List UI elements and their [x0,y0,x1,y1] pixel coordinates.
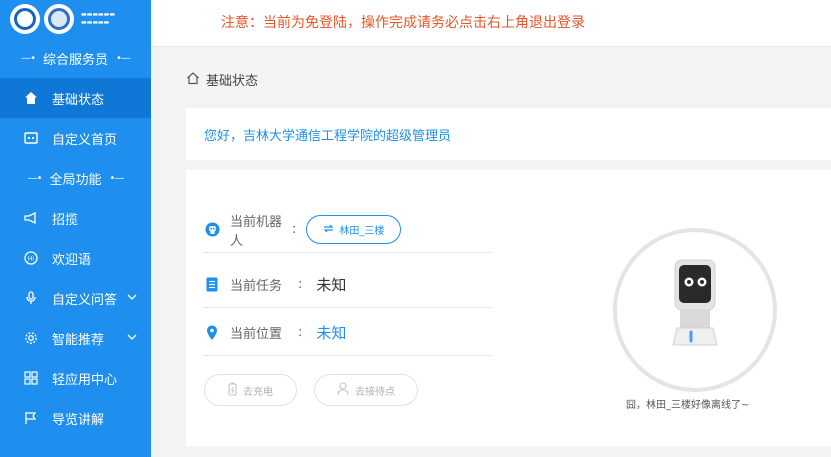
current-task-row: 当前任务 : 未知 [204,262,491,308]
go-charge-button[interactable]: 去充电 [204,374,297,406]
sidebar: ▬▬▬▬▬▬ ▬▬▬▬▬ —• 综合服务员 •— 基础状态 自定义首页 —• 全局… [0,0,151,457]
current-location-label: 当前位置 [230,327,283,342]
svg-text:Hi: Hi [28,256,35,263]
sidebar-item-custom-home[interactable]: 自定义首页 [0,118,151,158]
screen-icon [23,130,39,146]
go-reception-button[interactable]: 去接待点 [314,374,418,406]
sidebar-item-label: 导览讲解 [52,412,105,428]
sidebar-item-welcome[interactable]: Hi 欢迎语 [0,238,151,278]
sidebar-item-basic-status[interactable]: 基础状态 [0,78,151,118]
logo-wordmark: ▬▬▬▬▬▬ ▬▬▬▬▬ [81,11,116,26]
chevron-down-icon [127,292,137,303]
logo-bar: ▬▬▬▬▬▬ ▬▬▬▬▬ [0,0,151,38]
university-logo [10,4,40,34]
sidebar-item-smart-recommend[interactable]: 智能推荐 [0,318,151,358]
sidebar-item-label: 基础状态 [52,92,105,108]
grid-icon [23,370,39,386]
current-location-row: 当前位置 : 未知 [204,310,491,356]
robot-icon [204,222,220,238]
sidebar-section-global: —• 全局功能 •— [0,158,151,198]
section-title-label: 综合服务员 [42,52,108,68]
robot-illustration [672,259,718,346]
sidebar-item-label: 招揽 [52,212,79,228]
robot-name: 林田_三楼 [339,226,385,237]
flag-icon [23,410,39,426]
current-location-value: 未知 [316,324,347,342]
sidebar-item-solicit[interactable]: 招揽 [0,198,151,238]
swap-icon [323,224,334,236]
task-list-icon [204,277,220,293]
top-bar: 注意：当前为免登陆，操作完成请务必点击右上角退出登录 [151,0,831,47]
microphone-icon [23,290,39,306]
sidebar-item-guided-tour[interactable]: 导览讲解 [0,398,151,438]
switch-robot-button[interactable]: 林田_三楼 [306,215,402,244]
sidebar-item-custom-qa[interactable]: 自定义问答 [0,278,151,318]
go-reception-label: 去接待点 [355,386,395,398]
robot-avatar-circle [613,228,777,392]
hi-icon: Hi [23,250,39,266]
sidebar-item-label: 自定义问答 [52,292,118,308]
current-location-colon: : [298,325,303,340]
current-robot-row: 当前机器人 : 林田_三楼 [204,207,491,253]
sidebar-item-light-app-center[interactable]: 轻应用中心 [0,358,151,398]
current-robot-label: 当前机器人 [230,214,283,249]
current-task-label: 当前任务 [230,279,283,294]
home-outline-icon [186,71,200,89]
breadcrumb-label[interactable]: 基础状态 [206,70,258,89]
current-task-value: 未知 [316,276,347,294]
location-pin-icon [204,325,220,341]
gear-icon [23,330,39,346]
offline-message: 囧，林田_三楼好像离线了~ [626,400,750,411]
section-title-label: 全局功能 [49,172,102,188]
sidebar-item-label: 轻应用中心 [52,372,118,388]
chevron-down-icon [127,332,137,343]
breadcrumb: 基础状态 [186,70,258,89]
current-robot-colon: : [292,222,297,237]
home-icon [23,90,39,106]
sidebar-item-label: 自定义首页 [52,132,118,148]
login-notice: 注意：当前为免登陆，操作完成请务必点击右上角退出登录 [221,15,585,31]
welcome-banner: 您好，吉林大学通信工程学院的超级管理员 [186,108,831,160]
sidebar-item-label: 智能推荐 [52,332,105,348]
current-task-colon: : [298,277,303,292]
battery-icon [228,382,237,399]
go-charge-label: 去充电 [243,386,273,398]
welcome-text: 您好，吉林大学通信工程学院的超级管理员 [204,128,452,144]
reception-person-icon [337,381,349,399]
sidebar-section-service: —• 综合服务员 •— [0,38,151,78]
sidebar-item-label: 欢迎语 [52,252,92,268]
lab-logo [44,4,74,34]
robot-status-card: 当前机器人 : 林田_三楼 当前任务 : 未知 当前位置 : 未知 去充电 去接… [186,170,831,446]
megaphone-icon [23,210,39,226]
